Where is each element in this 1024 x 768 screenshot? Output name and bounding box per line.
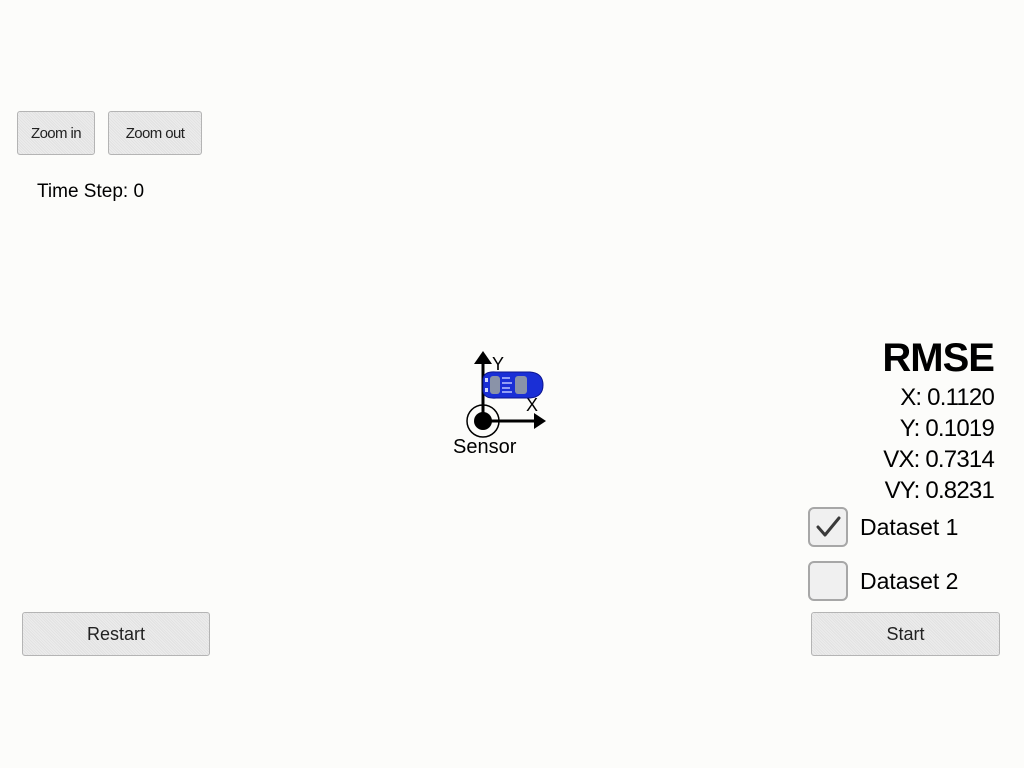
dataset-2-option[interactable]: Dataset 2 <box>808 559 958 603</box>
x-axis <box>483 413 546 429</box>
y-axis-label: Y <box>492 354 504 374</box>
rmse-panel: RMSE X: 0.1120 Y: 0.1019 VX: 0.7314 VY: … <box>794 334 995 506</box>
car-icon <box>482 371 544 399</box>
dataset-2-label: Dataset 2 <box>860 567 959 594</box>
time-step-label: Time Step: 0 <box>37 181 145 202</box>
checkmark-icon <box>816 516 841 537</box>
rmse-y: Y: 0.1019 <box>899 415 995 442</box>
dataset-1-option[interactable]: Dataset 1 <box>808 505 958 549</box>
start-button[interactable]: Start <box>811 612 1000 656</box>
rmse-vy: VY: 0.8231 <box>884 477 995 504</box>
rmse-x: X: 0.1120 <box>900 384 995 411</box>
restart-button[interactable]: Restart <box>22 612 210 656</box>
dataset-2-checkbox[interactable] <box>808 561 848 601</box>
sensor-label: Sensor <box>453 436 517 458</box>
zoom-in-button[interactable]: Zoom in <box>17 111 95 155</box>
zoom-out-button[interactable]: Zoom out <box>108 111 202 155</box>
simulation-scene: Y X Sensor <box>453 351 546 458</box>
dataset-1-label: Dataset 1 <box>860 513 959 540</box>
rmse-vx: VX: 0.7314 <box>883 446 995 473</box>
rmse-title: RMSE <box>882 336 995 380</box>
dataset-1-checkbox[interactable] <box>808 507 848 547</box>
